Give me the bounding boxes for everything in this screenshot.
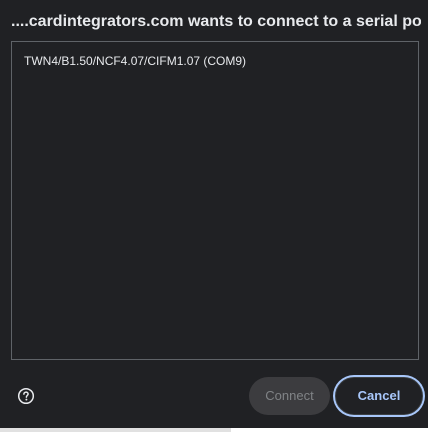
device-item[interactable]: TWN4/B1.50/NCF4.07/CIFM1.07 (COM9) xyxy=(12,42,418,82)
serial-port-dialog: ....cardintegrators.com wants to connect… xyxy=(0,0,428,428)
cancel-button[interactable]: Cancel xyxy=(335,377,423,415)
connect-button[interactable]: Connect xyxy=(249,377,330,415)
dialog-title: ....cardintegrators.com wants to connect… xyxy=(11,13,421,30)
help-button[interactable] xyxy=(12,382,40,410)
help-circle-icon xyxy=(17,387,35,405)
device-list[interactable]: TWN4/B1.50/NCF4.07/CIFM1.07 (COM9) xyxy=(11,41,419,360)
bottom-strip xyxy=(0,428,231,432)
